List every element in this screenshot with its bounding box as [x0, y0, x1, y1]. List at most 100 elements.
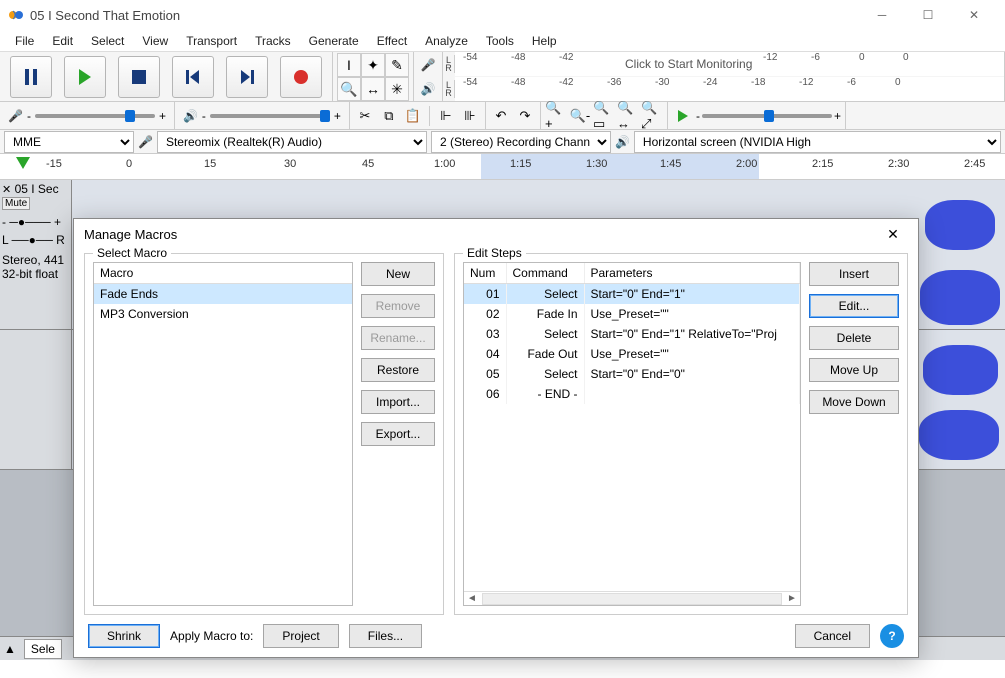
step-row[interactable]: 06- END -: [464, 384, 800, 404]
zoom-in-button[interactable]: 🔍+: [545, 105, 567, 127]
insert-step-button[interactable]: Insert: [809, 262, 899, 286]
menu-tracks[interactable]: Tracks: [246, 32, 300, 50]
zoom-toggle-button[interactable]: 🔍⤢: [641, 105, 663, 127]
edit-step-button[interactable]: Edit...: [809, 294, 899, 318]
export-macro-button[interactable]: Export...: [361, 422, 435, 446]
collapse-icon[interactable]: ▲: [4, 642, 16, 656]
zoom-tool[interactable]: 🔍: [337, 77, 361, 101]
menu-view[interactable]: View: [133, 32, 177, 50]
meter-icons: 🎤 🔊: [414, 52, 443, 101]
menu-transport[interactable]: Transport: [177, 32, 246, 50]
paste-button[interactable]: 📋: [402, 105, 424, 127]
import-macro-button[interactable]: Import...: [361, 390, 435, 414]
audio-host-select[interactable]: MME: [4, 131, 134, 153]
track-control-panel-2[interactable]: [0, 330, 72, 469]
selection-tool[interactable]: I: [337, 53, 361, 77]
skip-end-button[interactable]: [226, 56, 268, 98]
steps-col-parameters[interactable]: Parameters: [584, 263, 800, 284]
menu-tools[interactable]: Tools: [477, 32, 523, 50]
speed-slider[interactable]: [702, 114, 832, 118]
macro-list[interactable]: Macro Fade Ends MP3 Conversion: [93, 262, 353, 606]
record-device-select[interactable]: Stereomix (Realtek(R) Audio): [157, 131, 427, 153]
macro-item-fade-ends[interactable]: Fade Ends: [94, 284, 352, 304]
draw-tool[interactable]: ✎: [385, 53, 409, 77]
apply-project-button[interactable]: Project: [263, 624, 338, 648]
steps-col-command[interactable]: Command: [506, 263, 584, 284]
menu-analyze[interactable]: Analyze: [416, 32, 477, 50]
macro-buttons: New Remove Rename... Restore Import... E…: [361, 262, 435, 606]
playback-volume-slider[interactable]: 🔊 - +: [175, 102, 350, 129]
app-logo-icon: [8, 7, 24, 23]
rename-macro-button[interactable]: Rename...: [361, 326, 435, 350]
cut-button[interactable]: ✂: [354, 105, 376, 127]
new-macro-button[interactable]: New: [361, 262, 435, 286]
play-at-speed-button[interactable]: [672, 105, 694, 127]
copy-button[interactable]: ⧉: [378, 105, 400, 127]
zoom-sel-button[interactable]: 🔍▭: [593, 105, 615, 127]
menu-generate[interactable]: Generate: [300, 32, 368, 50]
cancel-button[interactable]: Cancel: [795, 624, 870, 648]
stop-button[interactable]: [118, 56, 160, 98]
menu-select[interactable]: Select: [82, 32, 133, 50]
envelope-tool[interactable]: ✦: [361, 53, 385, 77]
step-row[interactable]: 05SelectStart="0" End="0": [464, 364, 800, 384]
playback-meter[interactable]: LR -54 -48 -42 -36 -30 -24 -18 -12 -6 0: [443, 77, 1004, 102]
playhead-icon[interactable]: [16, 157, 30, 171]
dialog-title: Manage Macros: [84, 227, 878, 242]
help-button[interactable]: ?: [880, 624, 904, 648]
speaker-icon[interactable]: 🔊: [416, 77, 440, 101]
undo-button[interactable]: ↶: [490, 105, 512, 127]
record-button[interactable]: [280, 56, 322, 98]
restore-macro-button[interactable]: Restore: [361, 358, 435, 382]
menu-file[interactable]: File: [6, 32, 43, 50]
movedown-step-button[interactable]: Move Down: [809, 390, 899, 414]
track-control-panel[interactable]: ✕ 05 I Sec Mute - ─●─── + L ──●── R Ster…: [0, 180, 72, 329]
multi-tool[interactable]: ✳: [385, 77, 409, 101]
remove-macro-button[interactable]: Remove: [361, 294, 435, 318]
step-row[interactable]: 01SelectStart="0" End="1": [464, 284, 800, 305]
macro-item-mp3-conversion[interactable]: MP3 Conversion: [94, 304, 352, 324]
moveup-step-button[interactable]: Move Up: [809, 358, 899, 382]
timeline-ruler[interactable]: -15 0 15 30 45 1:00 1:15 1:30 1:45 2:00 …: [0, 154, 1005, 180]
dialog-titlebar[interactable]: Manage Macros ✕: [74, 219, 918, 249]
play-button[interactable]: [64, 56, 106, 98]
delete-step-button[interactable]: Delete: [809, 326, 899, 350]
zoom-out-button[interactable]: 🔍-: [569, 105, 591, 127]
steps-table[interactable]: Num Command Parameters 01SelectStart="0"…: [463, 262, 801, 606]
playback-device-select[interactable]: Horizontal screen (NVIDIA High: [634, 131, 1001, 153]
window-maximize-button[interactable]: ☐: [905, 0, 951, 30]
menu-edit[interactable]: Edit: [43, 32, 82, 50]
trim-button[interactable]: ⊩: [435, 105, 457, 127]
menu-help[interactable]: Help: [523, 32, 566, 50]
timeshift-tool[interactable]: ↔: [361, 77, 385, 101]
speaker-dev-icon: 🔊: [615, 135, 630, 149]
apply-macro-label: Apply Macro to:: [170, 629, 253, 643]
toolbar-row-2: 🎤 - + 🔊 - + ✂ ⧉ 📋 ⊩ ⊪ ↶ ↷ 🔍+ 🔍- 🔍▭ 🔍↔ 🔍⤢…: [0, 102, 1005, 130]
record-volume-slider[interactable]: 🎤 - +: [0, 102, 175, 129]
steps-horizontal-scrollbar[interactable]: ◄►: [464, 591, 800, 605]
redo-button[interactable]: ↷: [514, 105, 536, 127]
mic-small-icon: 🎤: [8, 109, 23, 123]
record-meter[interactable]: LR -54 -48 -42 Click to Start Monitoring…: [443, 52, 1004, 77]
menu-effect[interactable]: Effect: [368, 32, 416, 50]
steps-col-num[interactable]: Num: [464, 263, 506, 284]
window-minimize-button[interactable]: ─: [859, 0, 905, 30]
track-info-2: 32-bit float: [2, 267, 69, 281]
apply-files-button[interactable]: Files...: [349, 624, 422, 648]
step-row[interactable]: 02Fade InUse_Preset="": [464, 304, 800, 324]
shrink-button[interactable]: Shrink: [88, 624, 160, 648]
record-channels-select[interactable]: 2 (Stereo) Recording Chann: [431, 131, 611, 153]
zoom-fit-button[interactable]: 🔍↔: [617, 105, 639, 127]
step-row[interactable]: 04Fade OutUse_Preset="": [464, 344, 800, 364]
track-mute-button[interactable]: Mute: [2, 197, 30, 210]
mic-icon[interactable]: 🎤: [416, 53, 440, 77]
track-close-button[interactable]: ✕: [2, 184, 11, 196]
step-row[interactable]: 03SelectStart="0" End="1" RelativeTo="Pr…: [464, 324, 800, 344]
silence-button[interactable]: ⊪: [459, 105, 481, 127]
window-close-button[interactable]: ✕: [951, 0, 997, 30]
pause-button[interactable]: [10, 56, 52, 98]
dialog-close-button[interactable]: ✕: [878, 226, 908, 243]
skip-start-button[interactable]: [172, 56, 214, 98]
track-info-1: Stereo, 441: [2, 253, 69, 267]
tools-toolbar: I ✦ ✎ 🔍 ↔ ✳: [333, 52, 414, 101]
